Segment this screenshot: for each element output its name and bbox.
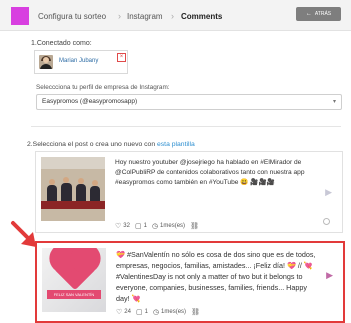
- post-stats: ♡ 32 ▢ 1 ◷ 1mes(es) ⛓: [115, 222, 199, 230]
- post-time: 1mes(es): [160, 223, 186, 229]
- step2-label: 2.Selecciona el post o crea uno nuevo co…: [27, 141, 195, 148]
- top-bar: Configura tu sorteo › Instagram › Commen…: [0, 0, 351, 31]
- connected-user-chip: Marian Jubany ×: [34, 50, 128, 74]
- post-image: [41, 157, 105, 221]
- annotation-arrow-icon: [11, 221, 36, 247]
- step1-label: 1.Conectado como:: [31, 40, 92, 47]
- chevron-right-icon: ▶: [326, 270, 333, 280]
- brand-logo: [11, 7, 29, 25]
- profile-select-value: Easypromos (@easypromosapp): [42, 98, 138, 105]
- disconnect-icon[interactable]: ×: [117, 53, 126, 62]
- comments-count: 1: [143, 223, 147, 229]
- link-icon[interactable]: ⛓: [191, 308, 200, 316]
- breadcrumb-separator-icon: ›: [118, 11, 121, 21]
- post-caption: Hoy nuestro youtuber @josejriego ha habl…: [115, 159, 305, 186]
- breadcrumb-separator-icon: ›: [171, 11, 174, 21]
- clock-icon: ◷: [152, 309, 160, 316]
- select-radio-icon[interactable]: [323, 218, 330, 225]
- post-card-selected[interactable]: FELIZ SAN VALENTÍN 💝 #SanValentín no sól…: [35, 241, 345, 323]
- section-divider: [31, 126, 341, 127]
- post-image-caption: FELIZ SAN VALENTÍN: [47, 290, 101, 299]
- arrow-left-icon: ←: [305, 11, 312, 17]
- breadcrumb-comments: Comments: [181, 12, 223, 21]
- clock-icon: ◷: [151, 223, 159, 230]
- avatar: [39, 55, 53, 69]
- breadcrumb-instagram[interactable]: Instagram: [127, 12, 163, 21]
- post-caption: 💝 #SanValentín no sólo es cosa de dos si…: [116, 250, 316, 303]
- post-stats: ♡ 24 ▢ 1 ◷ 1mes(es) ⛓: [116, 308, 200, 316]
- back-button-label: ATRÁS: [314, 11, 332, 17]
- heart-icon: ♡: [115, 223, 122, 230]
- likes-count: 24: [124, 309, 131, 315]
- comment-icon: ▢: [134, 223, 142, 230]
- link-icon[interactable]: ⛓: [190, 222, 199, 230]
- post-image: FELIZ SAN VALENTÍN: [42, 248, 106, 312]
- post-time: 1mes(es): [161, 309, 187, 315]
- breadcrumb-configure[interactable]: Configura tu sorteo: [38, 12, 106, 21]
- template-link[interactable]: esta plantilla: [157, 141, 195, 148]
- post-card[interactable]: Hoy nuestro youtuber @josejriego ha habl…: [35, 151, 343, 233]
- profile-select-label: Seleccciona tu perfil de empresa de Inst…: [36, 84, 170, 91]
- likes-count: 32: [123, 223, 130, 229]
- comments-count: 1: [144, 309, 148, 315]
- heart-icon: ♡: [116, 309, 123, 316]
- back-button[interactable]: ← ATRÁS: [296, 7, 341, 21]
- chevron-down-icon: ▾: [332, 99, 336, 105]
- comment-icon: ▢: [135, 309, 143, 316]
- profile-select[interactable]: Easypromos (@easypromosapp) ▾: [36, 94, 342, 110]
- chevron-right-icon: ▶: [325, 187, 332, 197]
- connected-user-name: Marian Jubany: [59, 58, 99, 64]
